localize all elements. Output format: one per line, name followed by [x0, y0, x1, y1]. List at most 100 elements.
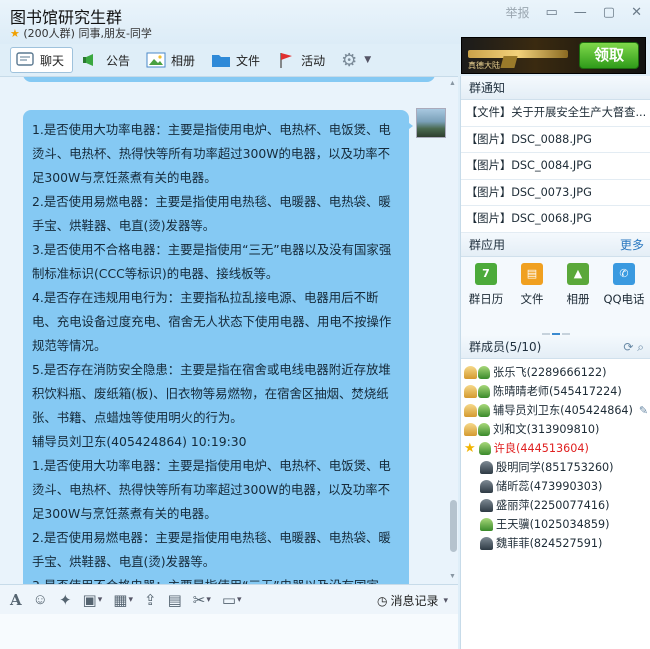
sticker-icon[interactable]: ▣ ▾	[83, 591, 103, 609]
chevron-down-icon: ▼	[364, 55, 372, 65]
member-name: 王天骥(1025034859)	[496, 517, 610, 531]
member-name: 陈晴晴老师(545417224)	[493, 384, 622, 398]
app-files-label: 文件	[520, 291, 544, 306]
notice-list: 【文件】关于开展安全生产大督查... 【图片】DSC_0088.JPG 【图片】…	[461, 100, 650, 233]
member-item[interactable]: 盛丽萍(2250077416)	[461, 496, 650, 515]
apps-more-link[interactable]: 更多	[620, 233, 644, 257]
ad-banner[interactable]: 真德大陆 领取	[461, 37, 646, 74]
tab-chat-label: 聊天	[40, 53, 65, 68]
edit-icon[interactable]: ✎	[639, 401, 648, 420]
photo-icon	[146, 52, 166, 68]
app-qq-phone[interactable]: ✆ QQ电话	[601, 262, 647, 325]
tab-announcement-label: 公告	[106, 53, 131, 68]
member-item[interactable]: 储昕蕊(473990303)	[461, 477, 650, 496]
upload-icon[interactable]: ⇪	[144, 591, 157, 609]
minimize-button[interactable]: —	[574, 5, 587, 20]
apps-section-title: 群应用 更多	[461, 232, 650, 257]
app-files[interactable]: ▤ 文件	[509, 262, 555, 325]
app-album[interactable]: ▲ 相册	[555, 262, 601, 325]
message-paragraph: 4.是否存在违规用电行为：主要指私拉乱接电源、电器用后不断电、充电设备过度充电、…	[32, 290, 392, 353]
member-item[interactable]: 魏菲菲(824527591)	[461, 534, 650, 553]
member-name: 盛丽萍(2250077416)	[496, 498, 610, 512]
notice-item[interactable]: 【图片】DSC_0084.JPG	[461, 153, 650, 180]
notice-item[interactable]: 【图片】DSC_0073.JPG	[461, 180, 650, 206]
flag-icon	[280, 53, 293, 68]
chevron-down-icon: ▾	[206, 594, 211, 604]
user-icon	[478, 365, 490, 379]
member-item-owner[interactable]: ★ 许良(444513604)	[461, 439, 650, 458]
message-paragraph: 1.是否使用大功率电器：主要是指使用电炉、电热杯、电饭煲、电烫斗、电热杯、热得快…	[32, 458, 391, 521]
skin-button[interactable]: ▭	[546, 5, 558, 20]
rifle-graphic	[468, 50, 568, 58]
notice-item[interactable]: 【图片】DSC_0088.JPG	[461, 127, 650, 153]
tab-chat[interactable]: 聊天	[10, 47, 74, 73]
members-title-label: 群成员(5/10)	[469, 339, 542, 354]
maximize-button[interactable]: ▢	[603, 5, 615, 20]
member-item[interactable]: 王天骥(1025034859)	[461, 515, 650, 534]
notice-item[interactable]: 【图片】DSC_0068.JPG	[461, 206, 650, 233]
member-list: 张乐飞(2289666122) 陈晴晴老师(545417224) 辅导员刘卫东(…	[461, 358, 650, 649]
font-icon[interactable]: A	[10, 591, 22, 609]
tab-announcement[interactable]: 公告	[77, 47, 138, 73]
ad-logo: 真德大陆	[468, 61, 500, 70]
member-name: 刘和文(313909810)	[493, 422, 600, 436]
scroll-up-arrow[interactable]: ▲	[449, 80, 456, 87]
admin-avatar-icon	[464, 365, 477, 379]
notice-item[interactable]: 【文件】关于开展安全生产大督查...	[461, 100, 650, 127]
input-toolbar: A ☺ ✦ ▣ ▾ ▦ ▾ ⇪ ▤ ✂ ▾ ▭ ▾ ◷ 消息记录 ▾	[0, 584, 458, 614]
member-item[interactable]: 刘和文(313909810)	[461, 420, 650, 439]
clock-icon: ◷	[376, 593, 388, 608]
phone-icon: ✆	[613, 262, 635, 285]
message-paragraph: 2.是否使用易燃电器：主要是指使用电热毯、电暖器、电热袋、暖手宝、烘鞋器、电直(…	[32, 194, 391, 233]
group-toolbar: 聊天 公告 相册 文件 活动 ⚙ ▼	[0, 44, 458, 76]
message-bubble: 1.是否使用大功率电器：主要是指使用电炉、电热杯、电饭煲、电烫斗、电热杯、热得快…	[23, 110, 409, 584]
member-item[interactable]: 张乐飞(2289666122)	[461, 363, 650, 382]
member-item[interactable]: 陈晴晴老师(545417224)	[461, 382, 650, 401]
emoji-icon[interactable]: ☺	[33, 591, 48, 608]
apps-pager	[461, 324, 650, 336]
message-paragraph: 3.是否使用不合格电器：主要是指使用“三无”电器以及没有国家强制标准标识(CCC…	[32, 242, 392, 281]
members-section-title: 群成员(5/10) ⟳ ⌕	[461, 334, 650, 359]
message-paragraph: 2.是否使用易燃电器：主要是指使用电热毯、电暖器、电热袋、暖手宝、烘鞋器、电直(…	[32, 530, 391, 569]
tab-album[interactable]: 相册	[142, 47, 203, 73]
group-subtitle: ★ (200人群) 同事,朋友-同学	[10, 25, 152, 41]
message-input[interactable]	[0, 614, 458, 649]
message-history-button[interactable]: ◷ 消息记录 ▾	[377, 592, 448, 609]
calendar-icon: 7	[475, 262, 497, 285]
user-icon	[478, 384, 490, 398]
search-icon[interactable]: ⌕	[637, 340, 644, 354]
tab-files-label: 文件	[236, 53, 261, 68]
app-album-label: 相册	[566, 291, 590, 306]
report-button[interactable]: 举报	[505, 4, 529, 21]
settings-button[interactable]: ⚙ ▼	[337, 47, 379, 73]
tab-files[interactable]: 文件	[207, 47, 268, 73]
tab-activity[interactable]: 活动	[272, 47, 333, 73]
more-tools-icon[interactable]: ▭ ▾	[222, 591, 242, 609]
avatar[interactable]	[416, 108, 446, 138]
scissors-icon[interactable]: ✂ ▾	[193, 591, 211, 609]
scroll-down-arrow[interactable]: ▼	[449, 573, 456, 580]
admin-avatar-icon	[464, 403, 477, 417]
member-name: 储昕蕊(473990303)	[496, 479, 603, 493]
app-calendar[interactable]: 7 群日历	[463, 262, 509, 325]
user-icon	[480, 479, 493, 493]
window-controls: 举报 ▭ — ▢ ✕	[505, 4, 642, 21]
image-icon[interactable]: ▦ ▾	[113, 591, 133, 609]
magic-wand-icon[interactable]: ✦	[59, 591, 72, 609]
member-item[interactable]: 辅导员刘卫东(405424864) ✎	[461, 401, 650, 420]
ad-claim-button[interactable]: 领取	[579, 42, 639, 69]
star-icon: ★	[10, 27, 20, 40]
refresh-icon[interactable]: ⟳	[623, 340, 633, 354]
group-member-count: (200人群)	[23, 27, 75, 40]
close-button[interactable]: ✕	[631, 5, 642, 20]
member-item[interactable]: 殷明同学(851753260)	[461, 458, 650, 477]
chat-history[interactable]: 1.是否使用大功率电器：主要是指使用电炉、电热杯、电饭煲、电烫斗、电热杯、热得快…	[0, 76, 458, 584]
apps-row: 7 群日历 ▤ 文件 ▲ 相册 ✆ QQ电话	[461, 256, 650, 325]
notice-section-title: 群通知	[461, 76, 650, 100]
file-icon[interactable]: ▤	[168, 591, 182, 609]
chat-scrollbar-thumb[interactable]	[450, 500, 457, 552]
right-sidebar: 群通知 【文件】关于开展安全生产大督查... 【图片】DSC_0088.JPG …	[460, 76, 650, 649]
group-tags: 同事,朋友-同学	[78, 27, 152, 40]
apps-title-label: 群应用	[469, 237, 506, 252]
message-paragraph: 3.是否使用不合格电器：主要是指使用“三无”电器以及没有国家	[32, 574, 400, 584]
